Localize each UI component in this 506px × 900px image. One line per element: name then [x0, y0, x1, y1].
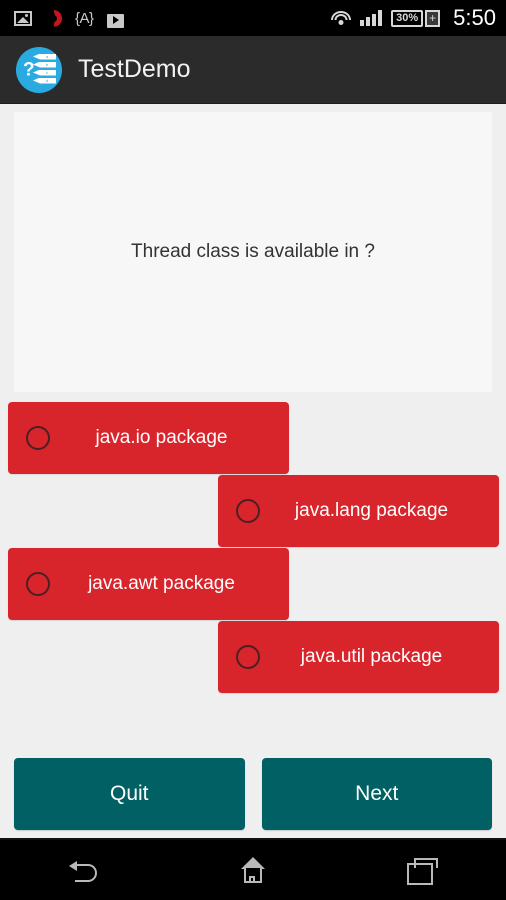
question-text: Thread class is available in ?	[131, 240, 375, 262]
option-label-2: java.lang package	[294, 500, 449, 521]
nav-back-button[interactable]	[39, 839, 129, 900]
status-bar-clock: 5:50	[453, 5, 496, 30]
radio-button-2[interactable]	[236, 499, 260, 523]
android-nav-bar	[0, 838, 506, 900]
option-row-2[interactable]: java.lang package	[218, 475, 499, 547]
option-row-3[interactable]: java.awt package	[8, 548, 289, 620]
home-icon	[238, 857, 268, 883]
app-screen: {A} 30% + 5:50 ? a b c d TestDemo Thread…	[0, 0, 506, 900]
quiz-row-d: d	[33, 77, 56, 84]
option-row-1[interactable]: java.io package	[8, 402, 289, 474]
status-bar: {A} 30% + 5:50	[0, 0, 506, 36]
battery-charging-icon: +	[425, 9, 441, 27]
option-row-4[interactable]: java.util package	[218, 621, 499, 693]
status-bar-left-icons: {A}	[14, 9, 124, 28]
option-label-1: java.io package	[95, 427, 228, 448]
quiz-rows-glyph: a b c d	[33, 53, 56, 84]
footer-actions: Quit Next	[0, 758, 506, 830]
quiz-row-a: a	[33, 53, 56, 60]
quit-button[interactable]: Quit	[14, 758, 245, 830]
recents-icon	[406, 857, 438, 885]
app-title: TestDemo	[78, 55, 191, 83]
quiz-row-b: b	[33, 61, 56, 68]
opera-icon	[45, 10, 62, 27]
signal-icon	[360, 10, 383, 26]
option-label-3: java.awt package	[88, 573, 235, 594]
battery-indicator: 30% +	[391, 9, 441, 27]
gallery-icon	[14, 10, 32, 26]
nav-recents-button[interactable]	[377, 839, 467, 900]
quiz-row-c: c	[33, 69, 56, 76]
option-label-4: java.util package	[300, 646, 443, 667]
next-button[interactable]: Next	[261, 758, 492, 830]
play-store-icon	[106, 9, 124, 28]
radio-button-1[interactable]	[26, 426, 50, 450]
wifi-icon	[331, 10, 352, 26]
radio-button-3[interactable]	[26, 572, 50, 596]
radio-button-4[interactable]	[236, 645, 260, 669]
nav-home-button[interactable]	[208, 839, 298, 900]
status-bar-right-icons: 30% + 5:50	[331, 7, 496, 29]
battery-percent-label: 30%	[391, 9, 424, 27]
question-panel: Thread class is available in ?	[14, 112, 492, 392]
quiz-app-icon: ? a b c d	[16, 46, 62, 93]
back-icon	[69, 858, 99, 882]
action-bar: ? a b c d TestDemo	[0, 36, 506, 104]
font-size-icon: {A}	[75, 9, 94, 27]
